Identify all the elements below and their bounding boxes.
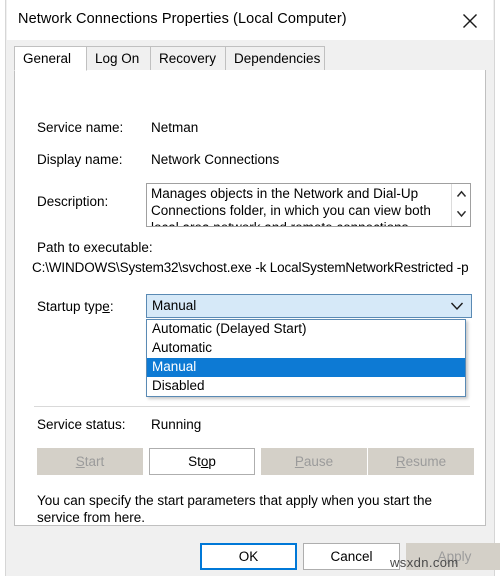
tab-recovery-label: Recovery xyxy=(159,51,217,66)
tab-recovery[interactable]: Recovery xyxy=(150,46,226,71)
description-scrollbar[interactable] xyxy=(451,184,470,226)
close-icon xyxy=(463,14,477,28)
path-to-executable-value: C:\WINDOWS\System32\svchost.exe -k Local… xyxy=(32,260,469,275)
dialog-client-area: General Log On Recovery Dependencies Ser… xyxy=(7,40,493,560)
tab-general[interactable]: General xyxy=(14,46,87,71)
stop-button[interactable]: Stop xyxy=(149,448,255,475)
scroll-up-icon[interactable] xyxy=(455,188,468,201)
startup-type-selected-value: Manual xyxy=(152,298,197,313)
tab-log-on-label: Log On xyxy=(95,51,140,66)
tab-general-label: General xyxy=(23,51,72,66)
window-title: Network Connections Properties (Local Co… xyxy=(18,11,347,27)
start-button: Start xyxy=(37,448,143,475)
service-name-label: Service name: xyxy=(37,120,124,135)
description-value: Manages objects in the Network and Dial-… xyxy=(151,186,431,226)
cancel-button[interactable]: Cancel xyxy=(303,543,400,570)
dropdown-option-automatic[interactable]: Automatic xyxy=(147,339,465,358)
close-button[interactable] xyxy=(447,0,493,40)
resume-button: Resume xyxy=(368,448,474,475)
display-name-label: Display name: xyxy=(37,152,123,167)
window-frame-left xyxy=(0,0,6,576)
path-to-executable-label: Path to executable: xyxy=(37,240,153,255)
section-separator xyxy=(34,406,470,407)
service-properties-dialog: Network Connections Properties (Local Co… xyxy=(0,0,500,576)
start-parameters-help-text: You can specify the start parameters tha… xyxy=(37,493,432,525)
pause-button: Pause xyxy=(261,448,367,475)
description-label: Description: xyxy=(37,194,109,209)
description-textbox[interactable]: Manages objects in the Network and Dial-… xyxy=(146,183,471,227)
display-name-value: Network Connections xyxy=(151,152,280,167)
ok-button[interactable]: OK xyxy=(200,543,297,570)
tab-strip: General Log On Recovery Dependencies xyxy=(14,46,486,71)
startup-type-dropdown-list[interactable]: Automatic (Delayed Start) Automatic Manu… xyxy=(146,319,466,397)
startup-type-combobox[interactable]: Manual xyxy=(146,294,472,318)
startup-type-label: Startup type: xyxy=(37,299,114,314)
title-bar: Network Connections Properties (Local Co… xyxy=(7,0,493,40)
tab-dependencies-label: Dependencies xyxy=(234,51,321,66)
scroll-down-icon[interactable] xyxy=(455,207,468,220)
tab-log-on[interactable]: Log On xyxy=(86,46,151,71)
general-tab-panel: Service name: Netman Display name: Netwo… xyxy=(14,70,486,560)
dropdown-option-manual[interactable]: Manual xyxy=(147,358,465,377)
tab-dependencies[interactable]: Dependencies xyxy=(225,46,325,71)
watermark: wsxdn.com xyxy=(390,555,459,570)
service-name-value: Netman xyxy=(151,120,199,135)
dropdown-option-automatic-delayed-start[interactable]: Automatic (Delayed Start) xyxy=(147,320,465,339)
window-frame-right xyxy=(494,0,500,576)
dropdown-option-disabled[interactable]: Disabled xyxy=(147,377,465,396)
service-status-value: Running xyxy=(151,417,202,432)
service-status-label: Service status: xyxy=(37,417,126,432)
chevron-down-icon xyxy=(450,302,464,311)
